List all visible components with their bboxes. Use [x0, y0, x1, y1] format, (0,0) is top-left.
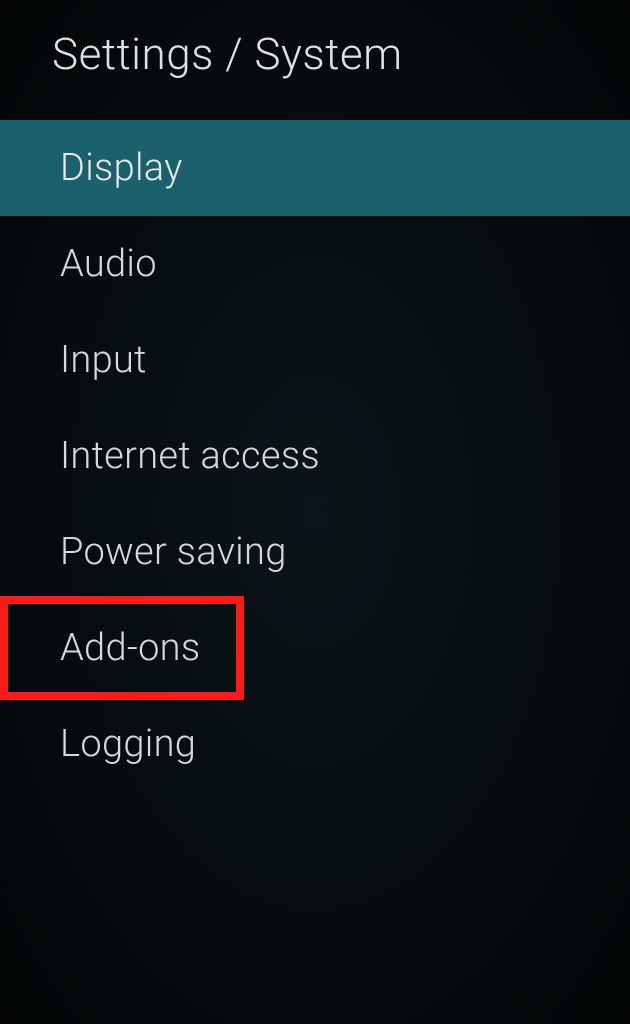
menu-item-input[interactable]: Input — [0, 312, 630, 408]
breadcrumb: Settings / System — [0, 0, 630, 120]
menu-item-power-saving[interactable]: Power saving — [0, 504, 630, 600]
settings-menu: Display Audio Input Internet access Powe… — [0, 120, 630, 792]
menu-item-audio[interactable]: Audio — [0, 216, 630, 312]
menu-item-display[interactable]: Display — [0, 120, 630, 216]
menu-item-internet-access[interactable]: Internet access — [0, 408, 630, 504]
menu-item-add-ons[interactable]: Add-ons — [4, 600, 240, 696]
menu-item-logging[interactable]: Logging — [0, 696, 630, 792]
